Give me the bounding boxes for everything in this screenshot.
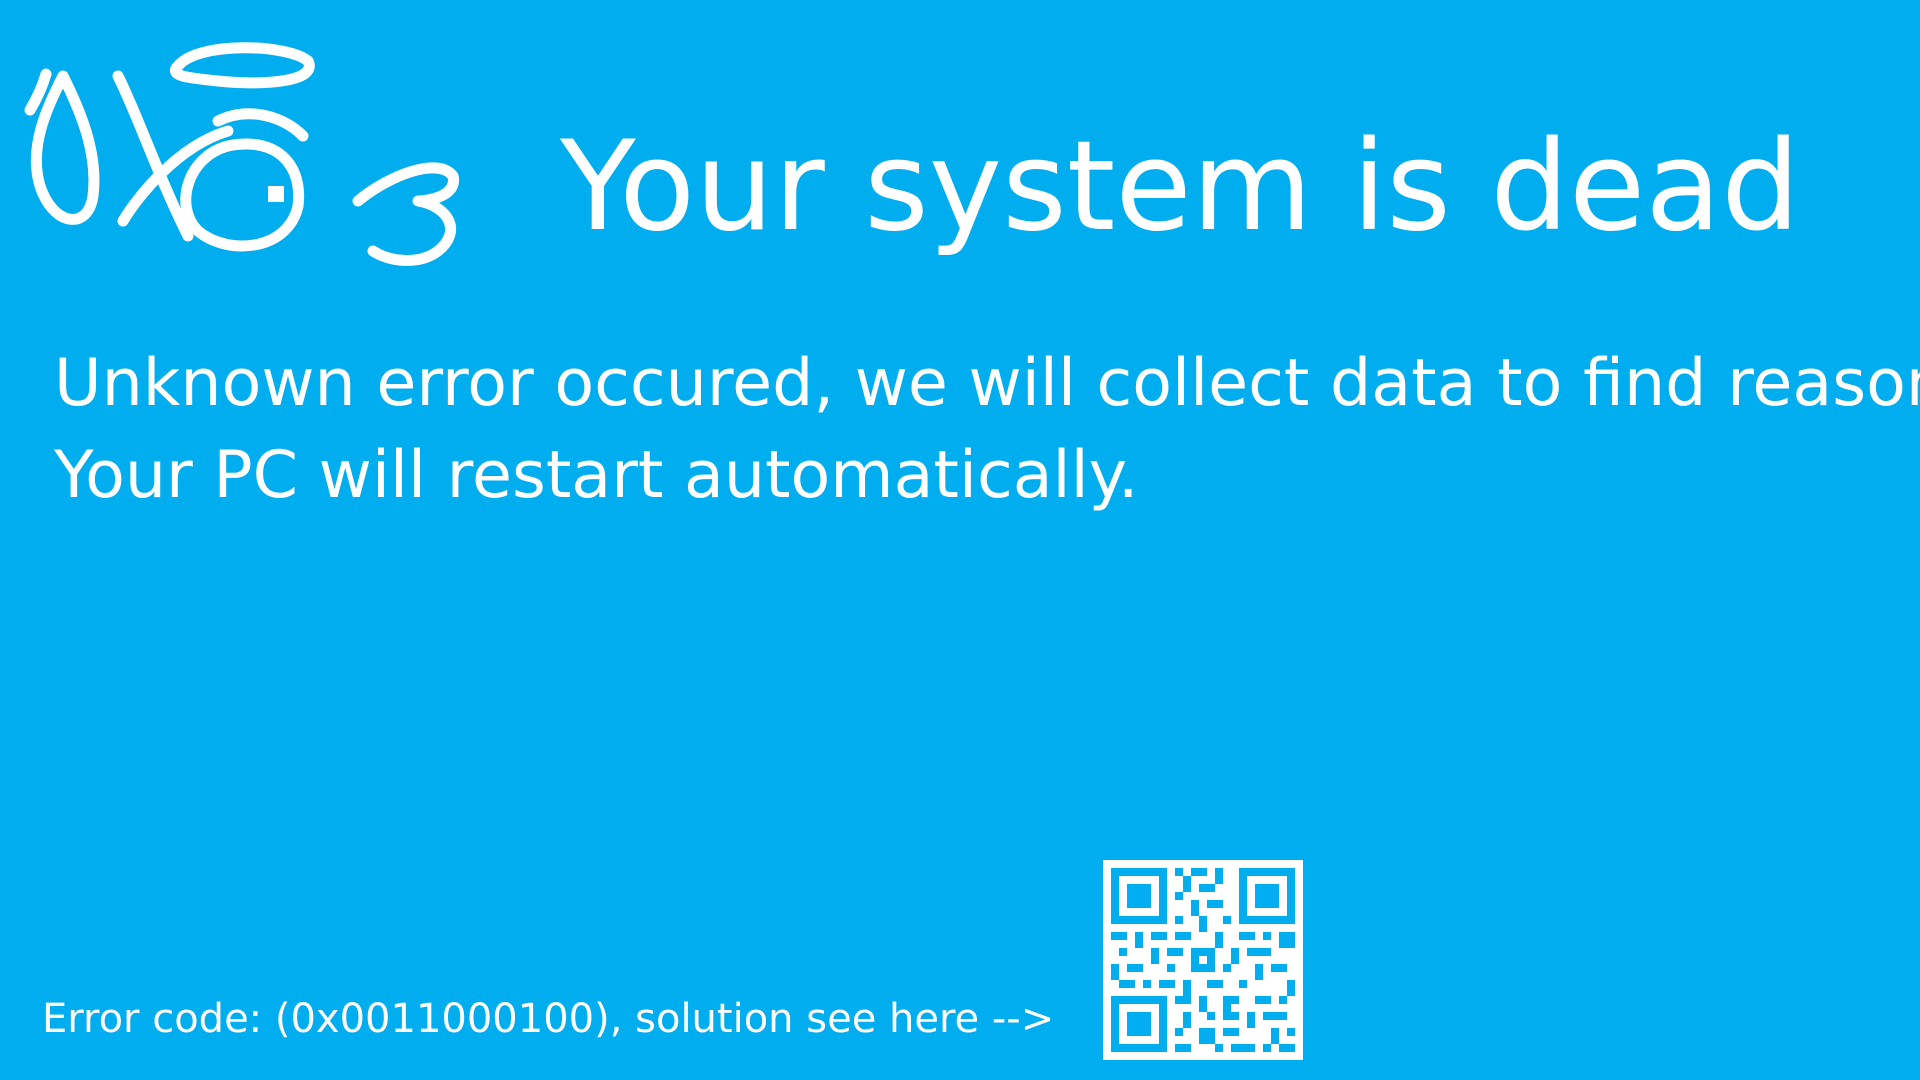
error-screen: Your system is dead Unknown error occure…: [0, 0, 1920, 1080]
qr-code-graphic: [1103, 860, 1303, 1060]
message-line-2: Your PC will restart automatically.: [54, 438, 1139, 513]
qr-code-icon[interactable]: [1103, 860, 1303, 1060]
sad-face-doodle-icon: [24, 42, 459, 266]
page-title: Your system is dead: [560, 115, 1800, 259]
error-message: Unknown error occured, we will collect d…: [54, 338, 1920, 522]
error-code-text: Error code: (0x0011000100), solution see…: [42, 996, 1055, 1042]
message-line-1: Unknown error occured, we will collect d…: [54, 346, 1920, 421]
